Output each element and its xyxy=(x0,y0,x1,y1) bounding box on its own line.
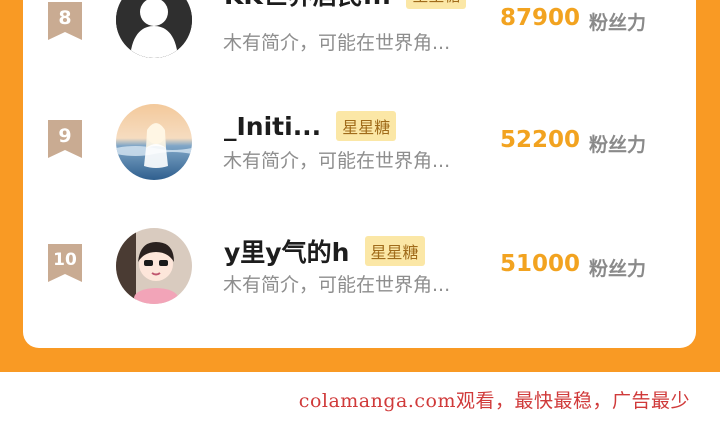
fan-count: 87900 xyxy=(500,5,581,31)
user-name[interactable]: _Initi... xyxy=(224,112,321,141)
fan-count-unit: 粉丝力 xyxy=(589,12,647,34)
rank-number: 10 xyxy=(53,250,77,270)
seaside-girl-icon xyxy=(116,104,192,180)
ranking-row[interactable]: 10 y里y气的h 星星糖 木有简介，可能在世界角... 51000 粉丝力 xyxy=(0,208,720,328)
user-name-line: _Initi... 星星糖 xyxy=(224,111,397,145)
user-tag: 星星糖 xyxy=(406,0,467,9)
user-tag: 星星糖 xyxy=(336,111,397,141)
rank-badge: 8 xyxy=(48,2,82,40)
fan-count-unit: 粉丝力 xyxy=(589,258,647,280)
user-avatar[interactable] xyxy=(116,0,192,58)
user-bio: 木有简介，可能在世界角... xyxy=(223,150,451,172)
fan-count-unit: 粉丝力 xyxy=(589,134,647,156)
user-name[interactable]: KK世界居民... xyxy=(224,0,391,12)
fan-count: 51000 xyxy=(500,251,581,277)
user-avatar[interactable] xyxy=(116,104,192,180)
rank-number: 9 xyxy=(58,125,72,147)
user-tag: 星星糖 xyxy=(364,236,425,266)
user-avatar[interactable] xyxy=(116,228,192,304)
rank-number: 8 xyxy=(58,7,72,29)
rank-badge: 9 xyxy=(48,120,82,158)
cartoon-girl-icon xyxy=(116,228,192,304)
ranking-row[interactable]: 8 KK世界居民... 星星糖 木有简介，可能在世界角... 87900 粉丝力 xyxy=(0,0,720,80)
rank-badge: 10 xyxy=(48,244,82,282)
user-name[interactable]: y里y气的h xyxy=(224,233,349,269)
user-bio: 木有简介，可能在世界角... xyxy=(223,32,451,54)
user-name-line: KK世界居民... 星星糖 xyxy=(224,0,467,12)
ranking-row[interactable]: 9 _Initi... 星星糖 木有简介，可能在世界角... 52200 粉丝力 xyxy=(0,84,720,204)
user-name-line: y里y气的h 星星糖 xyxy=(224,233,425,267)
default-person-icon xyxy=(116,0,192,58)
watermark-text: colamanga.com观看，最快最稳，广告最少 xyxy=(298,390,690,412)
fan-count: 52200 xyxy=(500,127,581,153)
user-bio: 木有简介，可能在世界角... xyxy=(223,274,451,296)
